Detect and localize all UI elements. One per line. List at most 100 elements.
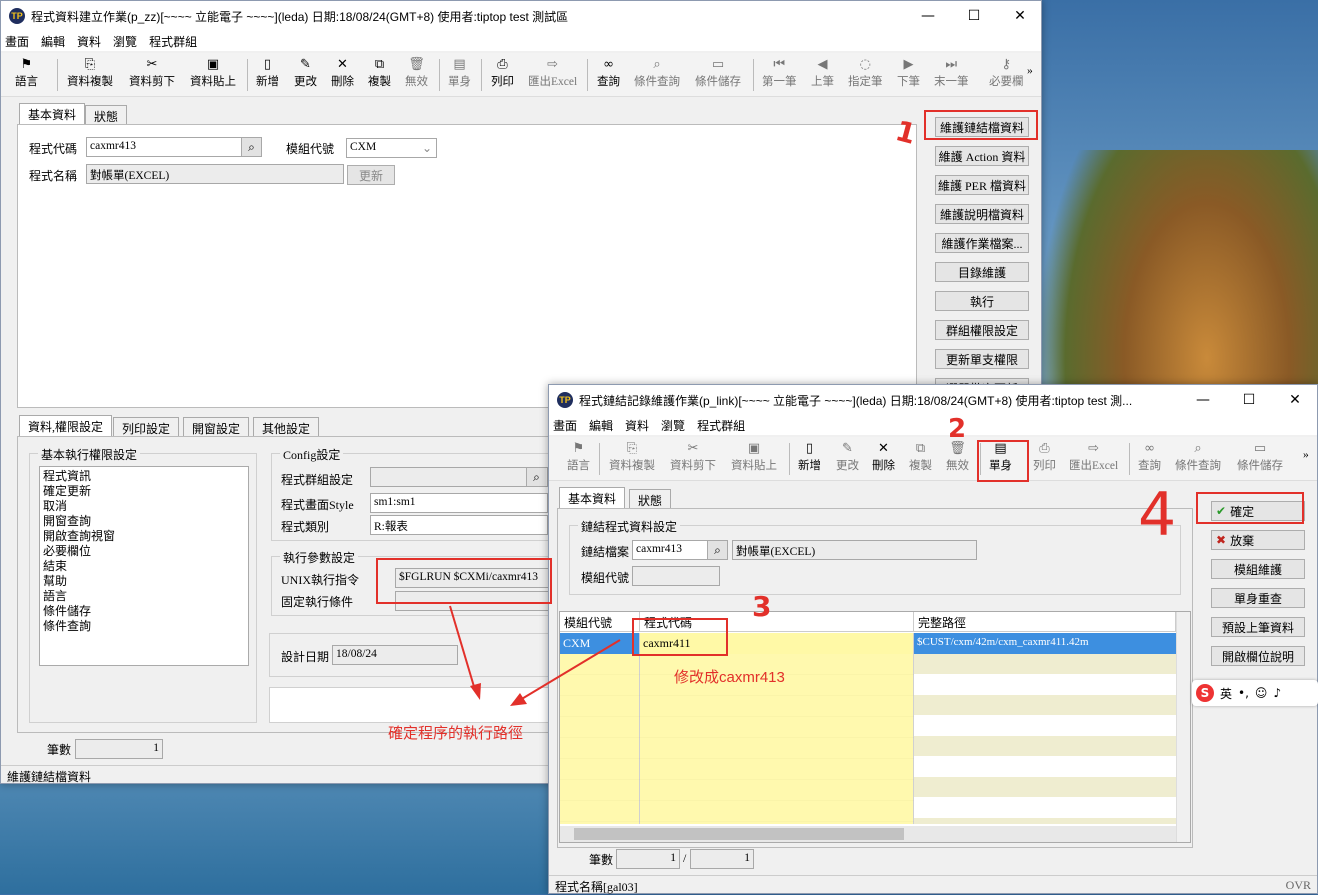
list-item[interactable]: 取消 xyxy=(43,499,245,514)
tb-required[interactable]: ⚷ 必要欄 xyxy=(989,57,1024,89)
cell-full-path[interactable]: $CUST/cxm/42m/cxm_caxmr411.42m xyxy=(914,633,1176,654)
tb-specify[interactable]: ◌ 指定筆 xyxy=(848,57,883,89)
tb-print[interactable]: ⎙ 列印 xyxy=(491,57,514,89)
menu-edit[interactable]: 編輯 xyxy=(589,417,613,434)
tb-modify[interactable]: ✎ 更改 xyxy=(294,57,317,89)
toolbar-overflow-icon[interactable]: » xyxy=(1303,449,1309,461)
tb-prev[interactable]: ◀ 上筆 xyxy=(811,57,834,89)
update-button[interactable]: 更新 xyxy=(347,165,395,185)
tb-duplicate[interactable]: ⧉ 複製 xyxy=(909,441,932,473)
tb-export-excel[interactable]: ⇨ 匯出Excel xyxy=(1069,441,1118,473)
vertical-scrollbar[interactable] xyxy=(1176,612,1190,842)
col-full-path[interactable]: 完整路徑 xyxy=(914,612,1176,632)
menu-edit[interactable]: 編輯 xyxy=(41,33,65,50)
maintain-job-button[interactable]: 維護作業檔案... xyxy=(935,233,1029,253)
maintain-action-button[interactable]: 維護 Action 資料 xyxy=(935,146,1029,166)
col-module[interactable]: 模組代號 xyxy=(560,612,640,632)
tab-basic-data[interactable]: 基本資料 xyxy=(19,103,86,125)
tb-new[interactable]: ▯ 新增 xyxy=(256,57,279,89)
cell-module[interactable]: CXM xyxy=(560,633,640,654)
tab-status[interactable]: 狀態 xyxy=(85,105,128,125)
list-item[interactable]: 必要欄位 xyxy=(43,544,245,559)
tb-invalid[interactable]: 🗑 無效 xyxy=(405,57,428,89)
menu-browse[interactable]: 瀏覽 xyxy=(113,33,137,50)
tb-delete[interactable]: ✕ 刪除 xyxy=(331,57,354,89)
toolbar-overflow-icon[interactable]: » xyxy=(1027,65,1033,77)
tb-condition-query[interactable]: ⌕ 條件查詢 xyxy=(634,57,680,89)
maintain-per-button[interactable]: 維護 PER 檔資料 xyxy=(935,175,1029,195)
tb-first[interactable]: ⏮ 第一筆 xyxy=(762,57,797,89)
tb-paste-data[interactable]: ▣ 資料貼上 xyxy=(731,441,777,473)
menu-browse[interactable]: 瀏覽 xyxy=(661,417,685,434)
tb-print[interactable]: ⎙ 列印 xyxy=(1033,441,1056,473)
list-item[interactable]: 確定更新 xyxy=(43,484,245,499)
tab-basic-data[interactable]: 基本資料 xyxy=(559,487,626,509)
tb-condition-save[interactable]: ▭ 條件儲存 xyxy=(695,57,741,89)
tb-export-excel[interactable]: ⇨ 匯出Excel xyxy=(528,57,577,89)
design-date-input[interactable]: 18/08/24 xyxy=(332,645,458,665)
permission-list[interactable]: 程式資訊 確定更新 取消 開窗查詢 開啟查詢視窗 必要欄位 結束 幫助 語言 條… xyxy=(39,466,249,666)
prog-name-input[interactable]: 對帳單(EXCEL) xyxy=(86,164,344,184)
search-icon[interactable]: ⌕ xyxy=(526,468,546,486)
maintain-help-button[interactable]: 維護說明檔資料 xyxy=(935,204,1029,224)
search-icon[interactable]: ⌕ xyxy=(707,541,727,559)
tab-permission[interactable]: 資料,權限設定 xyxy=(19,415,113,437)
tb-duplicate[interactable]: ⧉ 複製 xyxy=(368,57,391,89)
list-item[interactable]: 程式資訊 xyxy=(43,469,245,484)
tb-copy-data[interactable]: ⎘ 資料複製 xyxy=(609,441,655,473)
tb-delete[interactable]: ✕ 刪除 xyxy=(872,441,895,473)
execute-button[interactable]: 執行 xyxy=(935,291,1029,311)
search-icon[interactable]: ⌕ xyxy=(241,138,261,156)
link-name-input[interactable]: 對帳單(EXCEL) xyxy=(732,540,977,560)
tb-new[interactable]: ▯ 新增 xyxy=(798,441,821,473)
menu-data[interactable]: 資料 xyxy=(625,417,649,434)
ime-lang[interactable]: 英 xyxy=(1220,685,1232,702)
tb-paste-data[interactable]: ▣ 資料貼上 xyxy=(190,57,236,89)
tab-print[interactable]: 列印設定 xyxy=(113,417,180,437)
ime-toolbar[interactable]: S 英 •, ☺ ♪ xyxy=(1192,680,1318,706)
menu-screen[interactable]: 畫面 xyxy=(553,417,577,434)
field-help-button[interactable]: 開啟欄位說明 xyxy=(1211,646,1305,666)
prog-code-input[interactable]: caxmr413 xyxy=(86,137,262,157)
tb-next[interactable]: ▶ 下筆 xyxy=(897,57,920,89)
list-item[interactable]: 開窗查詢 xyxy=(43,514,245,529)
tab-other[interactable]: 其他設定 xyxy=(253,417,320,437)
cfg-group-input[interactable] xyxy=(370,467,548,487)
tb-cut-data[interactable]: ✂ 資料剪下 xyxy=(670,441,716,473)
punctuation-icon[interactable]: •, xyxy=(1238,686,1249,700)
emoji-icon[interactable]: ☺ xyxy=(1255,686,1268,700)
maximize-icon[interactable]: ☐ xyxy=(1226,385,1272,415)
microphone-icon[interactable]: ♪ xyxy=(1273,686,1281,700)
tb-invalid[interactable]: 🗑 無效 xyxy=(946,441,969,473)
close-icon[interactable]: ✕ xyxy=(1272,385,1318,415)
tab-status[interactable]: 狀態 xyxy=(629,489,672,509)
tb-query[interactable]: ∞ 查詢 xyxy=(1138,441,1161,473)
maximize-icon[interactable]: ☐ xyxy=(951,1,997,31)
tb-copy-data[interactable]: ⎘ 資料複製 xyxy=(67,57,113,89)
tb-query[interactable]: ∞ 查詢 xyxy=(597,57,620,89)
detail-requery-button[interactable]: 單身重查 xyxy=(1211,588,1305,608)
cfg-type-select[interactable]: R:報表 xyxy=(370,515,548,535)
directory-button[interactable]: 目錄維護 xyxy=(935,262,1029,282)
list-item[interactable]: 條件儲存 xyxy=(43,604,245,619)
tb-detail[interactable]: ▤ 單身 xyxy=(448,57,471,89)
minimize-icon[interactable]: — xyxy=(905,1,951,31)
menu-program-group[interactable]: 程式群組 xyxy=(697,417,745,434)
module-maintain-button[interactable]: 模組維護 xyxy=(1211,559,1305,579)
horizontal-scrollbar[interactable] xyxy=(560,826,1176,842)
menu-screen[interactable]: 畫面 xyxy=(5,33,29,50)
list-item[interactable]: 結束 xyxy=(43,559,245,574)
menu-program-group[interactable]: 程式群組 xyxy=(149,33,197,50)
link-module-input[interactable] xyxy=(632,566,720,586)
list-item[interactable]: 條件查詢 xyxy=(43,619,245,634)
tab-window[interactable]: 開窗設定 xyxy=(183,417,250,437)
tb-cut-data[interactable]: ✂ 資料剪下 xyxy=(129,57,175,89)
tb-condition-query[interactable]: ⌕ 條件查詢 xyxy=(1175,441,1221,473)
default-prev-button[interactable]: 預設上筆資料 xyxy=(1211,617,1305,637)
menu-data[interactable]: 資料 xyxy=(77,33,101,50)
cfg-style-select[interactable]: sm1:sm1 xyxy=(370,493,548,513)
tb-language[interactable]: ⚑ 語言 xyxy=(15,57,38,89)
minimize-icon[interactable]: — xyxy=(1180,385,1226,415)
list-item[interactable]: 開啟查詢視窗 xyxy=(43,529,245,544)
list-item[interactable]: 語言 xyxy=(43,589,245,604)
